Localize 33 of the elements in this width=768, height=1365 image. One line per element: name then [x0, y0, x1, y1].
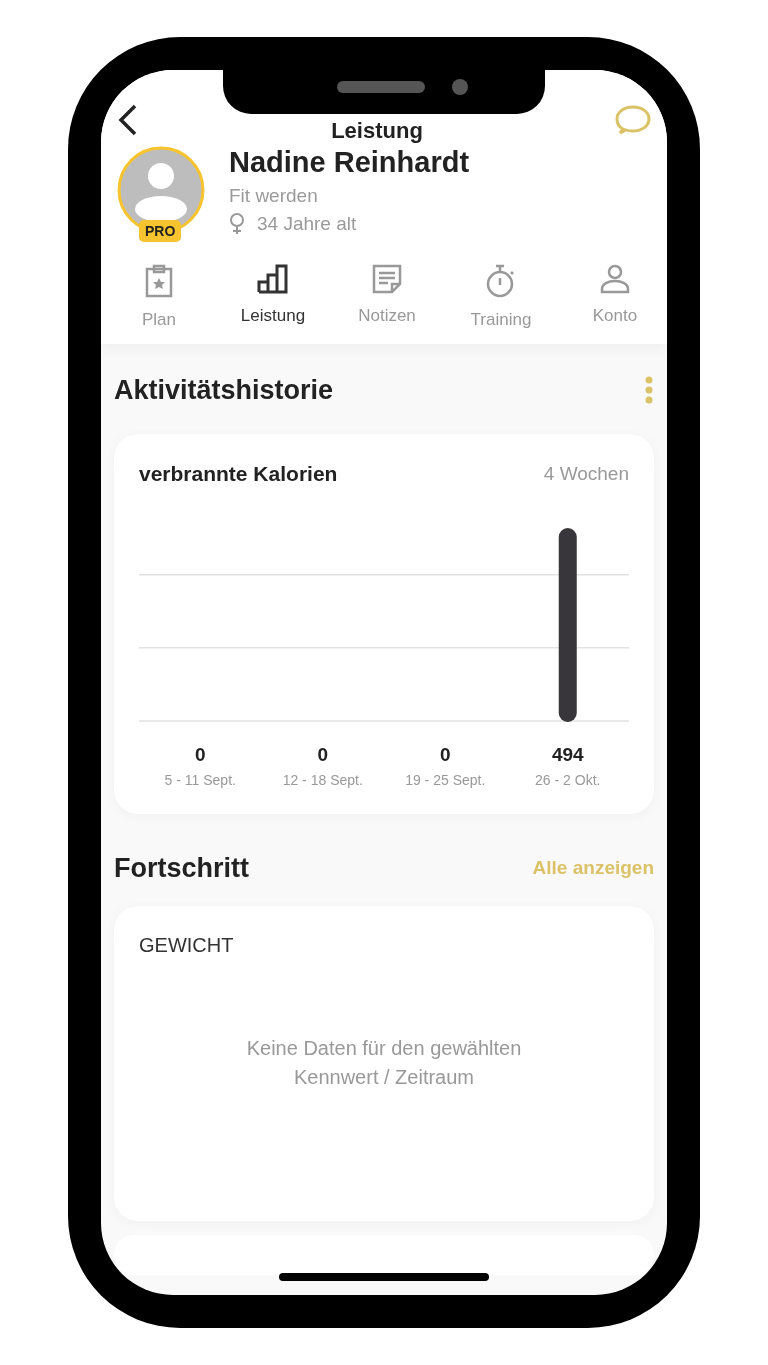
- week-label: 26 - 2 Okt.: [535, 772, 601, 788]
- section-title: Aktivitätshistorie: [114, 374, 334, 406]
- show-all-link[interactable]: Alle anzeigen: [532, 857, 654, 879]
- user-goal: Fit werden: [229, 185, 319, 207]
- nav-tab[interactable]: Leistung: [216, 264, 330, 330]
- pro-badge: PRO: [139, 220, 182, 242]
- nav-tab[interactable]: Training: [444, 264, 558, 330]
- female-icon: [229, 213, 245, 235]
- card-title: verbrannte Kalorien: [139, 462, 338, 486]
- chat-button[interactable]: [615, 104, 651, 136]
- bar-value: 0: [317, 744, 329, 766]
- empty-message: Keine Daten für den gewählten Kennwert / Zeitraum: [245, 1036, 523, 1090]
- nav-tab[interactable]: Konto: [558, 264, 667, 330]
- bar-value: 0: [439, 744, 451, 766]
- person-icon: [599, 264, 631, 294]
- period-label: 4 Wochen: [543, 463, 629, 485]
- nav-tab[interactable]: Notizen: [330, 264, 444, 330]
- week-label: 12 - 18 Sept.: [282, 772, 363, 788]
- back-button[interactable]: [117, 103, 139, 137]
- bar-chart-icon: [257, 264, 289, 294]
- clipboard-icon: [144, 264, 174, 298]
- more-button[interactable]: [644, 376, 654, 404]
- section-title: Fortschritt: [114, 852, 249, 884]
- week-label: 5 - 11 Sept.: [164, 772, 236, 788]
- note-icon: [372, 264, 402, 294]
- nav-tab[interactable]: Plan: [102, 264, 216, 330]
- card-title: GEWICHT: [139, 934, 235, 957]
- user-name: Nadine Reinhardt: [229, 146, 470, 179]
- user-age: 34 Jahre alt: [257, 213, 357, 235]
- bar-value: 494: [551, 744, 584, 766]
- bar-value: 0: [194, 744, 206, 766]
- week-label: 19 - 25 Sept.: [405, 772, 486, 788]
- page-title: Leistung: [331, 118, 423, 144]
